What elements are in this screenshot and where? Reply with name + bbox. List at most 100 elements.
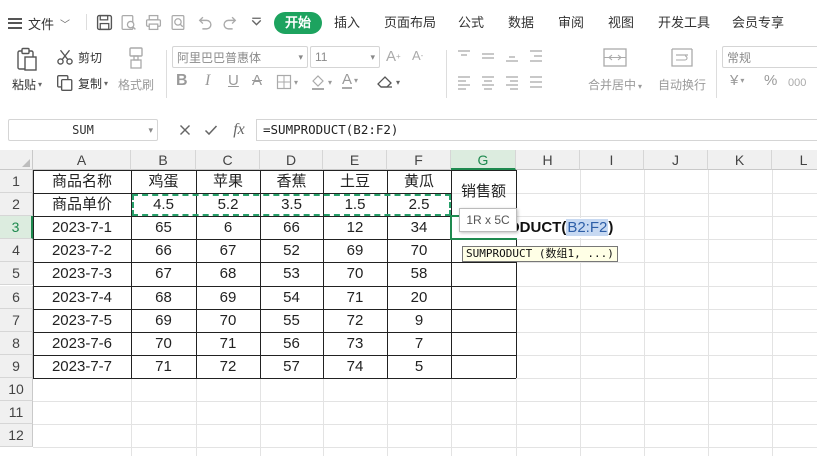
cell-b8[interactable]: 70 — [131, 332, 196, 355]
wrap-text-button[interactable]: 自动换行 — [658, 46, 706, 93]
row-header-9[interactable]: 9 — [0, 355, 33, 378]
copy-button[interactable]: 复制 ▾ — [56, 74, 108, 92]
cell-c8[interactable]: 71 — [196, 332, 260, 355]
cell-a6[interactable]: 2023-7-4 — [33, 286, 131, 309]
cell-a7[interactable]: 2023-7-5 — [33, 309, 131, 332]
cell-e7[interactable]: 72 — [323, 309, 387, 332]
cell-f7[interactable]: 9 — [387, 309, 451, 332]
tab-developer[interactable]: 开发工具 — [658, 12, 710, 34]
row-header-8[interactable]: 8 — [0, 332, 33, 355]
tab-view[interactable]: 视图 — [608, 12, 634, 34]
undo-icon[interactable] — [194, 12, 214, 32]
row-header-1[interactable]: 1 — [0, 170, 33, 193]
column-header-d[interactable]: D — [260, 150, 323, 170]
redo-icon[interactable] — [220, 12, 240, 32]
cell-c1[interactable]: 苹果 — [196, 170, 260, 193]
align-bottom-icon[interactable] — [504, 48, 520, 64]
row-header-12[interactable]: 12 — [0, 424, 33, 447]
cell-b7[interactable]: 69 — [131, 309, 196, 332]
tab-review[interactable]: 审阅 — [558, 12, 584, 34]
cell-e5[interactable]: 70 — [323, 262, 387, 285]
cell-c7[interactable]: 70 — [196, 309, 260, 332]
row-header-6[interactable]: 6 — [0, 286, 33, 309]
align-middle-icon[interactable] — [480, 48, 496, 64]
cell-b4[interactable]: 66 — [131, 239, 196, 262]
cell-b5[interactable]: 67 — [131, 262, 196, 285]
font-name-select[interactable]: 阿里巴巴普惠体 ▾ — [172, 46, 308, 68]
align-center-icon[interactable] — [480, 74, 496, 90]
cell-d5[interactable]: 53 — [260, 262, 323, 285]
name-box[interactable]: SUM ▾ — [8, 119, 158, 141]
column-header-f[interactable]: F — [387, 150, 451, 170]
bold-icon[interactable]: B — [176, 72, 188, 90]
cell-a4[interactable]: 2023-7-2 — [33, 239, 131, 262]
number-format-select[interactable]: 常规 — [722, 46, 817, 68]
confirm-icon[interactable] — [202, 120, 220, 140]
row-header-4[interactable]: 4 — [0, 239, 33, 262]
paste-icon[interactable] — [14, 46, 40, 72]
zoom-icon[interactable] — [168, 12, 188, 32]
cell-d9[interactable]: 57 — [260, 355, 323, 378]
row-header-3[interactable]: 3 — [0, 216, 33, 239]
fill-color-icon[interactable]: ▾ — [310, 74, 332, 90]
row-header-5[interactable]: 5 — [0, 262, 33, 285]
row-header-7[interactable]: 7 — [0, 309, 33, 332]
align-right-icon[interactable] — [504, 74, 520, 90]
cell-c5[interactable]: 68 — [196, 262, 260, 285]
cell-e9[interactable]: 74 — [323, 355, 387, 378]
row-header-10[interactable]: 10 — [0, 378, 33, 401]
clear-icon[interactable]: ▾ — [376, 74, 400, 90]
select-all-corner[interactable] — [0, 150, 33, 170]
paste-button[interactable]: 粘贴 ▾ — [12, 76, 42, 93]
cell-c3[interactable]: 6 — [196, 216, 260, 239]
cell-f8[interactable]: 7 — [387, 332, 451, 355]
cell-a8[interactable]: 2023-7-6 — [33, 332, 131, 355]
distribute-icon[interactable] — [528, 74, 544, 90]
cell-d7[interactable]: 55 — [260, 309, 323, 332]
formula-input[interactable]: =SUMPRODUCT(B2:F2) — [256, 119, 817, 141]
strikethrough-icon[interactable]: A — [252, 72, 262, 89]
format-painter-button[interactable]: 格式刷 — [118, 46, 154, 93]
cancel-icon[interactable] — [176, 120, 194, 140]
tab-formulas[interactable]: 公式 — [458, 12, 484, 34]
align-left-icon[interactable] — [456, 74, 472, 90]
currency-icon[interactable]: ¥ ▾ — [730, 72, 744, 89]
cell-a3[interactable]: 2023-7-1 — [33, 216, 131, 239]
font-color-icon[interactable]: A ▾ — [342, 72, 358, 89]
align-top-icon[interactable] — [456, 48, 472, 64]
insert-function-icon[interactable]: fx — [228, 120, 250, 140]
row-header-11[interactable]: 11 — [0, 401, 33, 424]
border-icon[interactable]: ▾ — [276, 74, 298, 90]
cell-e1[interactable]: 土豆 — [323, 170, 387, 193]
decrease-font-icon[interactable]: A- — [412, 48, 423, 63]
row-header-2[interactable]: 2 — [0, 193, 33, 216]
tab-page-layout[interactable]: 页面布局 — [384, 12, 436, 34]
cell-f9[interactable]: 5 — [387, 355, 451, 378]
cell-f6[interactable]: 20 — [387, 286, 451, 309]
merge-center-button[interactable]: 合并居中 ▾ — [588, 46, 642, 93]
save-icon[interactable] — [94, 12, 114, 32]
indent-icon[interactable] — [528, 48, 544, 64]
cell-e3[interactable]: 12 — [323, 216, 387, 239]
cell-d1[interactable]: 香蕉 — [260, 170, 323, 193]
underline-icon[interactable]: U — [228, 72, 239, 89]
cell-c9[interactable]: 72 — [196, 355, 260, 378]
cell-b9[interactable]: 71 — [131, 355, 196, 378]
column-header-c[interactable]: C — [196, 150, 260, 170]
cell-b6[interactable]: 68 — [131, 286, 196, 309]
cell-d3[interactable]: 66 — [260, 216, 323, 239]
cut-button[interactable]: 剪切 — [56, 48, 102, 66]
cell-d4[interactable]: 52 — [260, 239, 323, 262]
percent-icon[interactable]: % — [764, 72, 777, 89]
more-icon[interactable] — [246, 12, 266, 32]
font-size-select[interactable]: 11 ▾ — [310, 46, 380, 68]
cell-e4[interactable]: 69 — [323, 239, 387, 262]
cell-edit-text[interactable]: ODUCT(B2:F2) — [508, 218, 614, 239]
cell-c4[interactable]: 67 — [196, 239, 260, 262]
tab-home[interactable]: 开始 — [274, 12, 323, 34]
cell-f5[interactable]: 58 — [387, 262, 451, 285]
column-header-e[interactable]: E — [323, 150, 387, 170]
column-header-i[interactable]: I — [580, 150, 644, 170]
tab-data[interactable]: 数据 — [508, 12, 534, 34]
column-header-g[interactable]: G — [451, 150, 516, 170]
